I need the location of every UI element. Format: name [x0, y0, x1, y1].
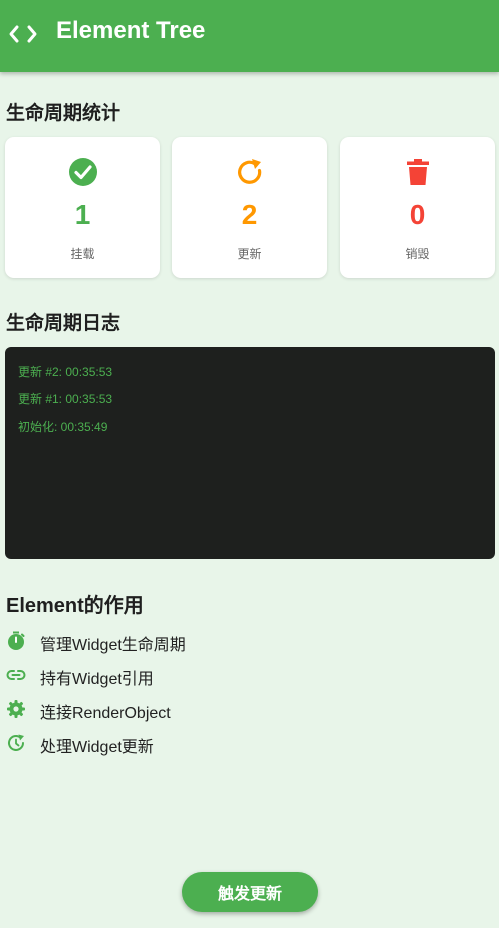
app-title: Element Tree [56, 17, 206, 44]
feature-item-lifecycle: 管理Widget生命周期 [6, 629, 306, 654]
page: Element Tree 生命周期统计 1 挂载 2 更新 0 销毁 生命周期日… [0, 0, 499, 928]
update-stat-card: 2 更新 [172, 137, 327, 278]
stats-section-title: 生命周期统计 [6, 102, 121, 124]
log-section-title: 生命周期日志 [6, 312, 121, 334]
stats-cards: 1 挂载 2 更新 0 销毁 [5, 137, 495, 278]
link-icon [6, 670, 26, 680]
log-entry: 更新 #1: 00:35:53 [18, 392, 113, 406]
gear-icon [7, 700, 25, 718]
app-bar: Element Tree [0, 0, 499, 72]
feature-label: 处理Widget更新 [40, 739, 154, 756]
feature-label: 管理Widget生命周期 [40, 637, 186, 654]
destroy-stat-card: 0 销毁 [340, 137, 495, 278]
code-icon [9, 25, 37, 43]
trash-icon [406, 159, 429, 185]
update-label: 更新 [237, 247, 262, 261]
trigger-update-button[interactable]: 触发更新 [182, 872, 318, 912]
mount-count: 1 [74, 199, 91, 230]
mount-label: 挂载 [70, 247, 95, 261]
feature-item-update: 处理Widget更新 [6, 731, 306, 756]
feature-label: 持有Widget引用 [40, 671, 154, 688]
destroy-label: 销毁 [405, 247, 430, 261]
log-entry: 更新 #2: 00:35:53 [18, 365, 113, 379]
check-circle-icon [68, 158, 97, 186]
destroy-count: 0 [409, 199, 426, 230]
feature-label: 连接RenderObject [40, 705, 171, 722]
update-icon [8, 734, 24, 751]
features-section-title: Element的作用 [6, 595, 144, 617]
feature-item-reference: 持有Widget引用 [6, 663, 306, 688]
update-count: 2 [241, 199, 258, 230]
log-entry: 初始化: 00:35:49 [18, 420, 108, 434]
feature-item-render-object: 连接RenderObject [6, 697, 306, 722]
timer-icon [8, 631, 25, 650]
lifecycle-log-panel[interactable]: 更新 #2: 00:35:53 更新 #1: 00:35:53 初始化: 00:… [5, 347, 495, 559]
refresh-icon [237, 159, 261, 184]
mount-stat-card: 1 挂载 [5, 137, 160, 278]
